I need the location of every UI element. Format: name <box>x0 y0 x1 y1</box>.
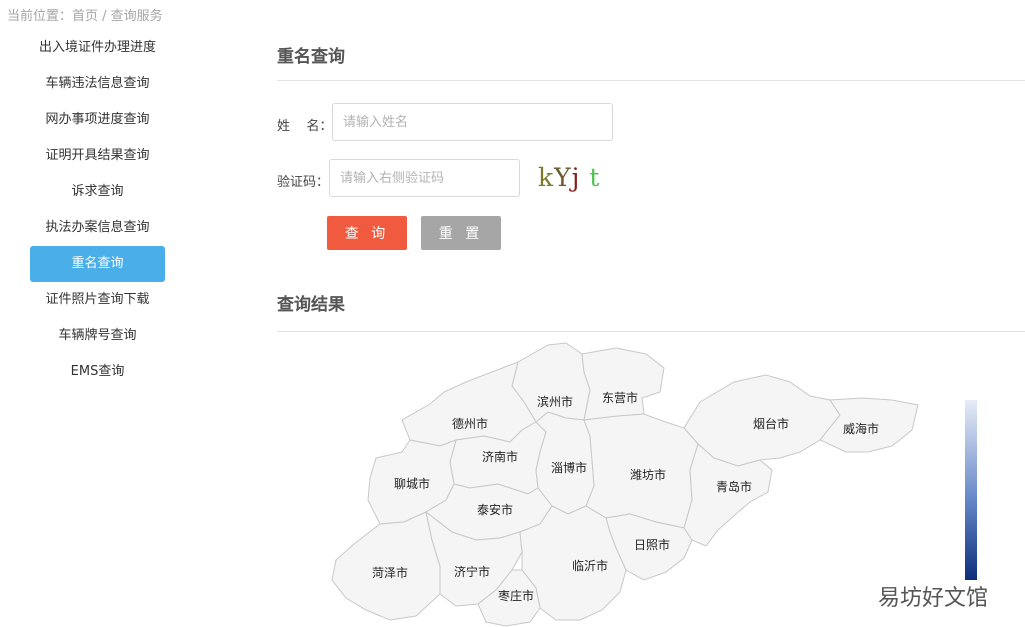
sidebar-item-certificate-result[interactable]: 证明开具结果查询 <box>30 138 165 174</box>
city-label-linyi: 临沂市 <box>572 558 608 573</box>
shandong-map[interactable]: 滨州市 东营市 德州市 烟台市 威海市 济南市 淄博市 聊城市 潍坊市 青岛市 … <box>320 335 940 627</box>
breadcrumb: 当前位置：首页 / 查询服务 <box>7 9 163 24</box>
city-label-weifang: 潍坊市 <box>630 467 666 482</box>
sidebar-item-law-enforcement[interactable]: 执法办案信息查询 <box>30 210 165 246</box>
sidebar: 出入境证件办理进度 车辆违法信息查询 网办事项进度查询 证明开具结果查询 诉求查… <box>30 30 165 390</box>
city-label-qingdao: 青岛市 <box>716 479 752 494</box>
sidebar-item-vehicle-violation[interactable]: 车辆违法信息查询 <box>30 66 165 102</box>
city-label-dongying: 东营市 <box>602 390 638 405</box>
captcha-char: k <box>538 163 555 192</box>
name-label: 姓 名： <box>277 119 333 134</box>
page-title: 重名查询 <box>277 47 345 67</box>
sidebar-item-id-photo[interactable]: 证件照片查询下载 <box>30 282 165 318</box>
city-label-liaocheng: 聊城市 <box>394 476 430 491</box>
sidebar-item-appeal[interactable]: 诉求查询 <box>30 174 165 210</box>
city-label-jining: 济宁市 <box>454 564 490 579</box>
map-legend-gradient <box>965 400 977 580</box>
city-label-dezhou: 德州市 <box>452 416 488 431</box>
sidebar-item-online-progress[interactable]: 网办事项进度查询 <box>30 102 165 138</box>
captcha-image[interactable]: kYj t <box>538 163 600 192</box>
map-region-dongying <box>581 347 665 421</box>
city-label-zibo: 淄博市 <box>551 460 587 475</box>
captcha-char: t <box>589 163 601 192</box>
city-label-heze: 菏泽市 <box>372 565 408 580</box>
city-label-binzhou: 滨州市 <box>537 394 573 409</box>
query-button[interactable]: 查 询 <box>327 216 407 250</box>
captcha-char: Y <box>554 163 572 192</box>
sidebar-item-ems[interactable]: EMS查询 <box>30 354 165 390</box>
watermark: 易坊好文馆 <box>878 586 989 611</box>
results-title: 查询结果 <box>277 295 345 315</box>
city-label-rizhao: 日照市 <box>634 537 670 552</box>
city-label-jinan: 济南市 <box>482 449 518 464</box>
sidebar-item-plate-number[interactable]: 车辆牌号查询 <box>30 318 165 354</box>
sidebar-item-duplicate-name[interactable]: 重名查询 <box>30 246 165 282</box>
sidebar-item-exit-entry-progress[interactable]: 出入境证件办理进度 <box>30 30 165 66</box>
city-label-yantai: 烟台市 <box>753 416 789 431</box>
divider <box>277 80 1025 81</box>
city-label-taian: 泰安市 <box>477 502 513 517</box>
city-label-weihai: 威海市 <box>843 421 879 436</box>
name-input[interactable] <box>332 103 613 141</box>
captcha-label: 验证码： <box>277 175 330 190</box>
captcha-input[interactable] <box>329 159 520 197</box>
reset-button[interactable]: 重 置 <box>421 216 501 250</box>
results-divider <box>277 331 1025 332</box>
city-label-zaozhuang: 枣庄市 <box>498 588 534 603</box>
